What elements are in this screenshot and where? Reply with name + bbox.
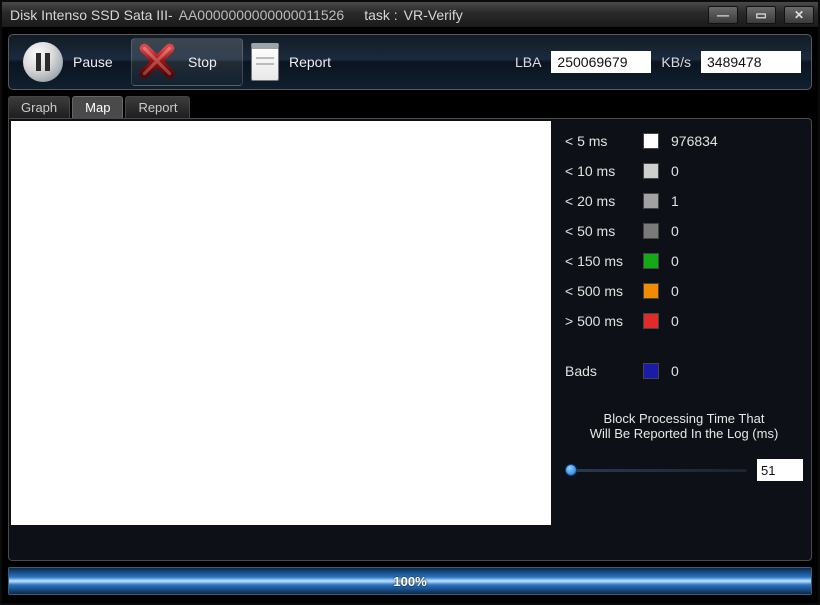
legend-swatch bbox=[643, 133, 659, 149]
task-name: VR-Verify bbox=[404, 7, 463, 23]
legend-count: 0 bbox=[671, 313, 679, 329]
log-threshold-input[interactable] bbox=[757, 459, 803, 481]
kbs-label: KB/s bbox=[661, 54, 691, 70]
legend-count: 1 bbox=[671, 193, 679, 209]
title-prefix: Disk Intenso SSD Sata III- bbox=[10, 7, 173, 23]
block-msg: Block Processing Time That Will Be Repor… bbox=[565, 411, 803, 441]
map-canvas bbox=[11, 121, 551, 525]
legend-swatch bbox=[643, 283, 659, 299]
legend-swatch bbox=[643, 193, 659, 209]
legend-count: 0 bbox=[671, 163, 679, 179]
legend-label: < 10 ms bbox=[565, 163, 631, 179]
legend-swatch bbox=[643, 313, 659, 329]
report-icon bbox=[251, 43, 279, 81]
legend-row-3: < 50 ms 0 bbox=[565, 223, 803, 239]
legend-label: < 500 ms bbox=[565, 283, 631, 299]
legend-row-4: < 150 ms 0 bbox=[565, 253, 803, 269]
tab-bar: GraphMapReport bbox=[8, 96, 812, 118]
stop-label: Stop bbox=[188, 54, 228, 70]
bads-swatch bbox=[643, 363, 659, 379]
tab-report[interactable]: Report bbox=[125, 96, 190, 118]
legend-count: 0 bbox=[671, 223, 679, 239]
window-titlebar: Disk Intenso SSD Sata III- AA000000000000… bbox=[2, 2, 818, 28]
legend-pane: < 5 ms976834< 10 ms0< 20 ms1< 50 ms0< 15… bbox=[551, 119, 811, 560]
legend-count: 0 bbox=[671, 253, 679, 269]
tab-map[interactable]: Map bbox=[72, 96, 123, 118]
report-button[interactable]: Report bbox=[247, 38, 345, 86]
legend-count: 976834 bbox=[671, 133, 718, 149]
task-label: task : bbox=[364, 7, 397, 23]
progress-text: 100% bbox=[9, 568, 811, 594]
x-icon bbox=[136, 40, 178, 85]
legend-row-0: < 5 ms 976834 bbox=[565, 133, 803, 149]
close-button[interactable]: ✕ bbox=[784, 6, 814, 24]
lba-label: LBA bbox=[515, 54, 541, 70]
legend-row-2: < 20 ms 1 bbox=[565, 193, 803, 209]
main-toolbar: Pause bbox=[8, 34, 812, 90]
maximize-button[interactable]: ▭ bbox=[746, 6, 776, 24]
legend-label: > 500 ms bbox=[565, 313, 631, 329]
legend-label: < 5 ms bbox=[565, 133, 631, 149]
report-label: Report bbox=[289, 54, 331, 70]
pause-icon bbox=[23, 42, 63, 82]
legend-label: < 20 ms bbox=[565, 193, 631, 209]
lba-value[interactable] bbox=[551, 51, 651, 73]
legend-label: < 50 ms bbox=[565, 223, 631, 239]
bads-count: 0 bbox=[671, 363, 679, 379]
legend-swatch bbox=[643, 163, 659, 179]
pause-label: Pause bbox=[73, 54, 113, 70]
legend-swatch bbox=[643, 223, 659, 239]
legend-row-1: < 10 ms 0 bbox=[565, 163, 803, 179]
kbs-value[interactable] bbox=[701, 51, 801, 73]
legend-label: < 150 ms bbox=[565, 253, 631, 269]
tab-graph[interactable]: Graph bbox=[8, 96, 70, 118]
title-serial: AA0000000000000011526 bbox=[179, 7, 345, 23]
progress-bar: 100% bbox=[8, 567, 812, 595]
legend-row-bads: Bads 0 bbox=[565, 363, 803, 379]
legend-row-6: > 500 ms 0 bbox=[565, 313, 803, 329]
legend-count: 0 bbox=[671, 283, 679, 299]
stop-button[interactable]: Stop bbox=[131, 38, 243, 86]
legend-row-5: < 500 ms 0 bbox=[565, 283, 803, 299]
log-threshold-slider[interactable] bbox=[565, 469, 747, 472]
pause-button[interactable]: Pause bbox=[19, 38, 127, 86]
bads-label: Bads bbox=[565, 363, 631, 379]
content-panel: < 5 ms976834< 10 ms0< 20 ms1< 50 ms0< 15… bbox=[8, 118, 812, 561]
legend-swatch bbox=[643, 253, 659, 269]
minimize-button[interactable]: — bbox=[708, 6, 738, 24]
slider-row bbox=[565, 459, 803, 481]
